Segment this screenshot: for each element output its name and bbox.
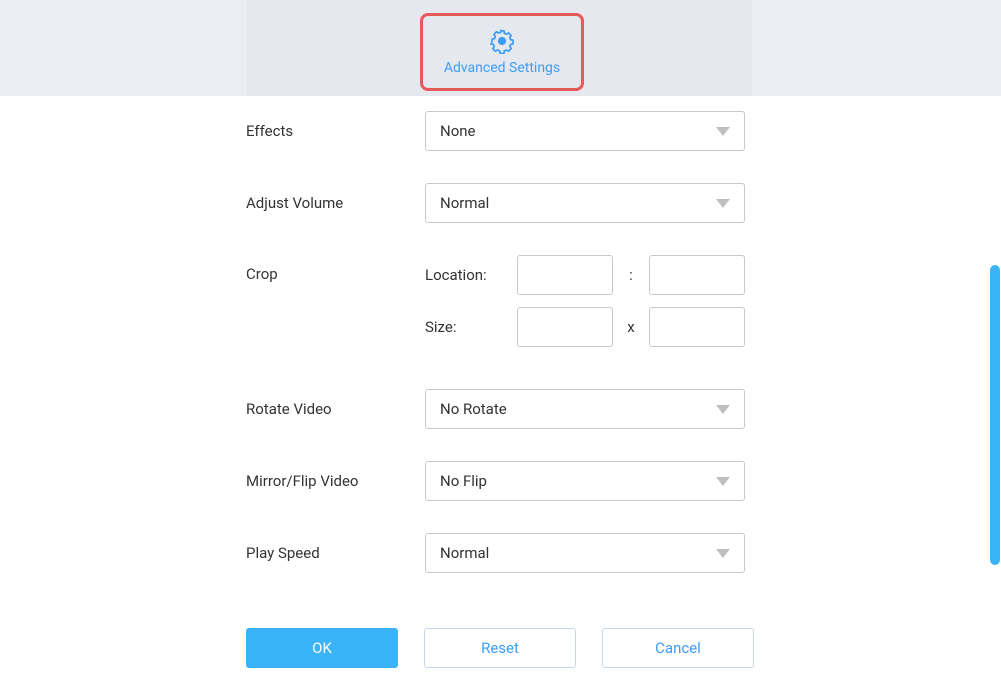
select-play-speed[interactable]: Normal <box>425 533 745 573</box>
select-effects-value: None <box>440 122 476 140</box>
select-rotate-video-value: No Rotate <box>440 400 507 418</box>
chevron-down-icon <box>716 127 730 136</box>
select-adjust-volume-value: Normal <box>440 194 489 212</box>
tab-advanced-settings[interactable]: Advanced Settings <box>420 13 584 91</box>
tab-label: Advanced Settings <box>444 60 560 76</box>
select-adjust-volume[interactable]: Normal <box>425 183 745 223</box>
row-rotate-video: Rotate Video No Rotate <box>0 389 1001 429</box>
chevron-down-icon <box>716 477 730 486</box>
row-play-speed: Play Speed Normal <box>0 533 1001 573</box>
reset-button-label: Reset <box>481 639 519 657</box>
crop-location-line: Location: : <box>425 255 745 295</box>
row-mirror-flip: Mirror/Flip Video No Flip <box>0 461 1001 501</box>
select-play-speed-value: Normal <box>440 544 489 562</box>
cancel-button-label: Cancel <box>655 639 701 657</box>
crop-location-x-input[interactable] <box>517 255 613 295</box>
label-rotate-video: Rotate Video <box>0 400 425 418</box>
select-rotate-video[interactable]: No Rotate <box>425 389 745 429</box>
label-play-speed: Play Speed <box>0 544 425 562</box>
crop-size-h-input[interactable] <box>649 307 745 347</box>
label-mirror-flip: Mirror/Flip Video <box>0 472 425 490</box>
label-crop-location: Location: <box>425 266 517 284</box>
crop-size-w-input[interactable] <box>517 307 613 347</box>
button-row: OK Reset Cancel <box>0 628 1001 668</box>
label-crop-size: Size: <box>425 318 517 336</box>
vertical-scrollbar[interactable] <box>990 265 1000 565</box>
chevron-down-icon <box>716 199 730 208</box>
reset-button[interactable]: Reset <box>424 628 576 668</box>
chevron-down-icon <box>716 405 730 414</box>
crop-location-separator: : <box>613 266 649 284</box>
select-mirror-flip[interactable]: No Flip <box>425 461 745 501</box>
label-effects: Effects <box>0 122 425 140</box>
ok-button-label: OK <box>312 639 332 657</box>
ok-button[interactable]: OK <box>246 628 398 668</box>
row-crop: Crop Location: : Size: x <box>0 255 1001 347</box>
crop-size-line: Size: x <box>425 307 745 347</box>
crop-location-y-input[interactable] <box>649 255 745 295</box>
label-adjust-volume: Adjust Volume <box>0 194 425 212</box>
select-mirror-flip-value: No Flip <box>440 472 487 490</box>
row-effects: Effects None <box>0 111 1001 151</box>
content-area: Effects None Adjust Volume Normal Crop L… <box>0 96 1001 668</box>
label-crop: Crop <box>0 255 425 283</box>
header-bar: Advanced Settings <box>0 0 1001 96</box>
select-effects[interactable]: None <box>425 111 745 151</box>
crop-size-separator: x <box>613 318 649 336</box>
gear-icon <box>489 28 515 54</box>
row-adjust-volume: Adjust Volume Normal <box>0 183 1001 223</box>
chevron-down-icon <box>716 549 730 558</box>
cancel-button[interactable]: Cancel <box>602 628 754 668</box>
crop-controls: Location: : Size: x <box>425 255 745 347</box>
